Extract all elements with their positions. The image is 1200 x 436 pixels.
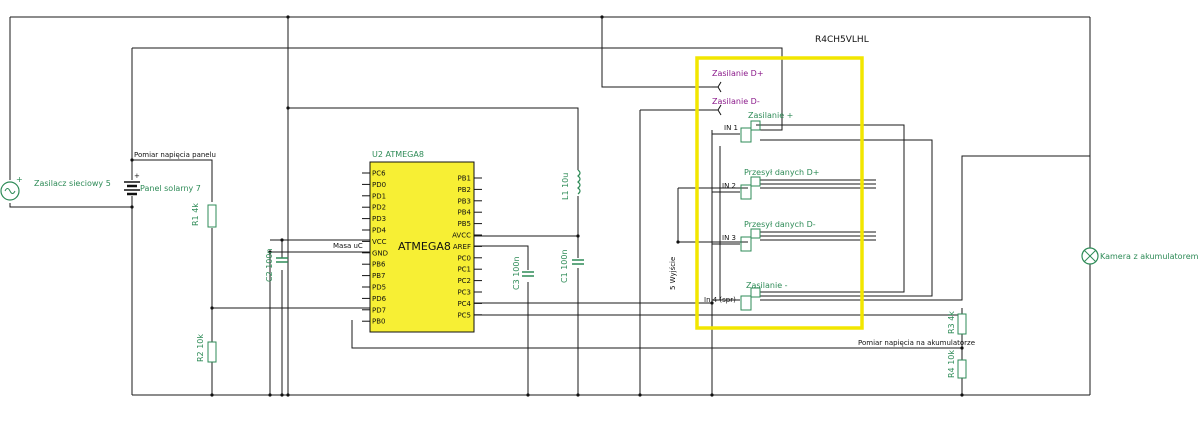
capacitor-c2	[276, 257, 288, 263]
diagram-title: R4CH5VLHL	[815, 35, 869, 45]
power-dminus-label: Zasilanie D-	[712, 97, 760, 106]
r4-label: R4 10k	[947, 350, 956, 378]
schematic-canvas: + Zasilacz sieciowy 5 + Panel solarny 7 …	[0, 15, 1200, 397]
c2-label: C2 100n	[265, 248, 274, 282]
resistor-r1	[207, 204, 217, 228]
panel-label: Panel solarny 7	[140, 184, 201, 193]
mcu-pin-pd6: PD6	[372, 295, 387, 303]
mcu-pin-pb7: PB7	[372, 272, 385, 280]
mcu-pin-pd5: PD5	[372, 284, 386, 292]
power-dminus-terminal-icon	[712, 104, 722, 116]
relay-4-input: In 4 (spr)	[704, 296, 736, 304]
mcu-pin-pc3: PC3	[457, 289, 471, 297]
mcu-pin-pc4: PC4	[457, 300, 471, 308]
inductor-l1	[577, 169, 581, 195]
camera-label: Kamera z akumulatorem 5	[1100, 252, 1200, 261]
relay-1-name: Zasilanie +	[748, 111, 793, 120]
resistor-r2	[207, 341, 217, 363]
wire-group-left	[132, 159, 962, 395]
junction-dots	[130, 15, 964, 397]
panel-meas-label: Pomiar napięcia panelu	[134, 151, 216, 159]
l1-label: L1 10u	[561, 173, 570, 200]
outputs-label: 5 Wyjście	[669, 257, 677, 290]
resistor-r4	[957, 359, 967, 379]
mcu-pin-pc5: PC5	[457, 311, 471, 319]
svg-text:+: +	[16, 175, 23, 184]
c3-label: C3 100n	[512, 256, 521, 290]
mcu-pin-pc0: PC0	[457, 254, 471, 262]
mcu-pin-pb0: PB0	[372, 318, 385, 326]
svg-text:+: +	[134, 172, 140, 180]
mcu-name: ATMEGA8	[398, 240, 451, 253]
r2-label: R2 10k	[196, 334, 205, 362]
mcu-pin-pd2: PD2	[372, 204, 386, 212]
camera-lamp-symbol	[1081, 247, 1099, 265]
power-supply-symbol: +	[0, 175, 23, 201]
mcu-pin-aref: AREF	[453, 243, 471, 251]
relay-2-input: IN 2	[722, 182, 736, 190]
mcu-pin-pd3: PD3	[372, 215, 386, 223]
mcu-pin-pd7: PD7	[372, 306, 386, 314]
mass-label: Masa uC	[333, 242, 363, 250]
relay-4-name: Zasilanie -	[746, 281, 788, 290]
mcu-pin-pb1: PB1	[458, 175, 471, 183]
relay-1-input: IN 1	[724, 124, 738, 132]
resistor-r3	[957, 313, 967, 335]
mcu-pin-pd1: PD1	[372, 192, 386, 200]
relay-2-name: Przesył danych D+	[744, 168, 819, 177]
mcu-pin-pd0: PD0	[372, 181, 386, 189]
mcu-pin-pb3: PB3	[458, 197, 471, 205]
battery-meas-label: Pomiar napięcia na akumulatorze	[858, 339, 975, 347]
power-dplus-terminal-icon	[712, 81, 722, 93]
mcu-pin-pc6: PC6	[372, 170, 386, 178]
mcu-pin-pb5: PB5	[458, 220, 471, 228]
mcu-pin-pb2: PB2	[458, 186, 471, 194]
mcu-pin-pb6: PB6	[372, 261, 386, 269]
capacitor-c1	[572, 259, 584, 265]
r3-label: R3 4k	[947, 311, 956, 334]
c1-label: C1 100n	[560, 249, 569, 283]
capacitor-c3	[522, 271, 534, 277]
mcu-pin-pc1: PC1	[457, 266, 471, 274]
mcu-pin-avcc: AVCC	[452, 232, 471, 240]
mcu-pin-gnd: GND	[372, 249, 388, 257]
mcu-pin-pd4: PD4	[372, 227, 387, 235]
relay-3-input: IN 3	[722, 234, 736, 242]
relay-1: Zasilanie + IN 1	[724, 111, 793, 143]
supply-label: Zasilacz sieciowy 5	[34, 179, 111, 188]
r1-label: R1 4k	[191, 203, 200, 226]
mcu-ref: U2 ATMEGA8	[372, 150, 424, 159]
relay-3-name: Przesył danych D-	[744, 220, 816, 229]
power-dplus-label: Zasilanie D+	[712, 69, 764, 78]
mcu-pin-vcc: VCC	[372, 238, 387, 246]
mcu-pin-pb4: PB4	[458, 209, 472, 217]
mcu-pin-pc2: PC2	[457, 277, 471, 285]
